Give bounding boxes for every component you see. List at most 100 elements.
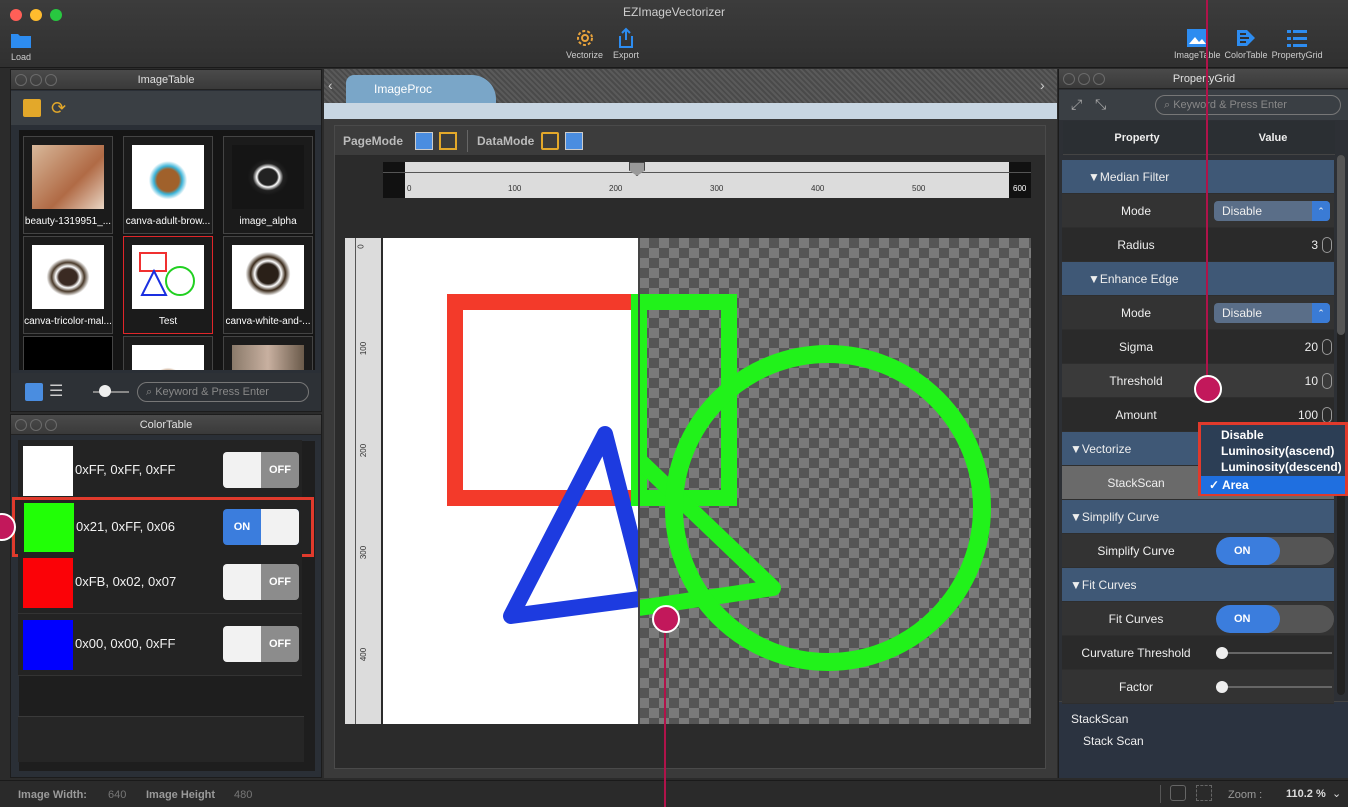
- mode-select[interactable]: Disable ⌃: [1214, 201, 1330, 221]
- thumbnail[interactable]: beauty-1319951_...: [23, 136, 113, 234]
- threshold-value[interactable]: 10: [1305, 374, 1318, 388]
- list-icon: [1286, 26, 1308, 50]
- panel-controls: [1063, 73, 1105, 85]
- colortable-title: ColorTable: [139, 419, 193, 431]
- width-label: Image Width:: [18, 789, 87, 801]
- radius-value[interactable]: 3: [1311, 238, 1318, 252]
- center-tools: Vectorize Export: [566, 26, 639, 60]
- dropdown-option-selected[interactable]: ✓ Area: [1201, 476, 1345, 494]
- sigma-value[interactable]: 20: [1305, 340, 1318, 354]
- prop-label: Curvature Threshold: [1081, 646, 1191, 660]
- chevron-down-icon[interactable]: ⌄: [1332, 787, 1341, 800]
- thumbnail[interactable]: image_alpha: [223, 136, 313, 234]
- zoom-label: Zoom :: [1228, 789, 1263, 801]
- image-canvas[interactable]: [383, 238, 1031, 724]
- property-search-placeholder: Keyword & Press Enter: [1173, 99, 1287, 111]
- section-simplify-curve[interactable]: ▼Simplify Curve: [1062, 500, 1334, 534]
- propertygrid-toggle[interactable]: PropertyGrid: [1272, 26, 1323, 60]
- add-image-icon[interactable]: [23, 99, 41, 117]
- expand-all-icon[interactable]: ⤢: [1071, 96, 1082, 113]
- fit-curves-toggle[interactable]: ON: [1216, 605, 1334, 633]
- slider-knob[interactable]: [1216, 647, 1228, 659]
- fit-window-icon[interactable]: [1170, 785, 1186, 801]
- thumbnail[interactable]: canva-tricolor-mal...: [23, 236, 113, 334]
- tab-scroll-left-icon[interactable]: ‹: [328, 77, 333, 93]
- toggle-knob: [223, 452, 261, 488]
- color-toggle[interactable]: OFF: [223, 626, 299, 662]
- image-search-input[interactable]: ⌕ Keyword & Press Enter: [137, 382, 309, 402]
- zoom-value[interactable]: 110.2 %: [1286, 788, 1326, 800]
- section-label: ▼Vectorize: [1070, 442, 1132, 456]
- section-enhance-edge[interactable]: ▼Enhance Edge: [1062, 262, 1334, 296]
- refresh-icon[interactable]: ⟳: [51, 99, 71, 119]
- zoom-slider-knob[interactable]: [99, 385, 111, 397]
- single-page-icon[interactable]: [415, 132, 433, 150]
- color-toggle[interactable]: ON: [223, 509, 299, 545]
- color-row[interactable]: 0xFF, 0xFF, 0xFF OFF: [18, 440, 302, 502]
- colortable-toggle[interactable]: ColorTable: [1225, 26, 1268, 60]
- stepper[interactable]: [1322, 373, 1332, 389]
- scrollbar-thumb[interactable]: [1337, 155, 1345, 335]
- help-title: StackScan: [1071, 712, 1129, 726]
- grid-view-icon[interactable]: [25, 383, 43, 401]
- dropdown-option[interactable]: Luminosity(ascend): [1221, 444, 1334, 458]
- propertygrid-header: PropertyGrid: [1059, 69, 1348, 89]
- factor-slider[interactable]: [1216, 686, 1332, 688]
- section-median-filter[interactable]: ▼Median Filter: [1062, 160, 1334, 194]
- section-fit-curves[interactable]: ▼Fit Curves: [1062, 568, 1334, 602]
- color-row-selected[interactable]: 0x21, 0xFF, 0x06 ON: [12, 497, 314, 557]
- prop-value-cell: ON: [1210, 534, 1334, 568]
- tab-imageproc[interactable]: ImageProc: [346, 75, 496, 103]
- slider-knob[interactable]: [1216, 681, 1228, 693]
- toggle-knob: [261, 509, 299, 545]
- thumbnail[interactable]: [23, 336, 113, 370]
- curvature-slider[interactable]: [1216, 652, 1332, 654]
- thumbnail[interactable]: [223, 336, 313, 370]
- load-button[interactable]: Load: [10, 28, 32, 62]
- simplify-toggle[interactable]: ON: [1216, 537, 1334, 565]
- color-row[interactable]: 0xFB, 0x02, 0x07 OFF: [18, 552, 302, 614]
- height-label: Image Height: [146, 789, 216, 801]
- stepper[interactable]: [1322, 339, 1332, 355]
- thumbnail[interactable]: canva-white-and-...: [223, 236, 313, 334]
- split-page-icon[interactable]: [439, 132, 457, 150]
- ruler-tick-label: 100: [508, 184, 522, 193]
- split-slider-handle[interactable]: [629, 162, 645, 176]
- thumbnail[interactable]: [123, 336, 213, 370]
- dropdown-option[interactable]: Disable: [1221, 428, 1264, 442]
- ruler-left-cap: [383, 162, 405, 198]
- thumbnail-selected[interactable]: Test: [123, 236, 213, 334]
- color-toggle[interactable]: OFF: [223, 564, 299, 600]
- prop-label: Mode: [1120, 204, 1152, 218]
- thumbnail-image: [232, 345, 304, 370]
- property-search-input[interactable]: ⌕ Keyword & Press Enter: [1155, 95, 1341, 115]
- vector-mode-icon[interactable]: [565, 132, 583, 150]
- thumbnail[interactable]: canva-adult-brow...: [123, 136, 213, 234]
- color-row[interactable]: 0x00, 0x00, 0xFF OFF: [18, 614, 302, 676]
- color-swatch: [24, 503, 74, 553]
- imagetable-toggle[interactable]: ImageTable: [1174, 26, 1221, 60]
- color-value: 0xFF, 0xFF, 0xFF: [75, 462, 176, 477]
- toolbar: EZImageVectorizer Load Vectorize Export: [0, 0, 1348, 68]
- color-toggle[interactable]: OFF: [223, 452, 299, 488]
- collapse-all-icon[interactable]: ⤡: [1095, 96, 1106, 113]
- search-icon: ⌕: [146, 386, 156, 398]
- vectorize-button[interactable]: Vectorize: [566, 26, 603, 60]
- color-swatch: [23, 446, 73, 496]
- tab-scroll-right-icon[interactable]: ›: [1040, 77, 1045, 93]
- list-view-icon[interactable]: ☰: [49, 381, 63, 401]
- color-swatch: [23, 558, 73, 608]
- actual-size-icon[interactable]: [1196, 785, 1212, 801]
- pagemode-label: PageMode: [343, 134, 404, 148]
- export-button[interactable]: Export: [613, 26, 639, 60]
- mode-select[interactable]: Disable ⌃: [1214, 303, 1330, 323]
- prop-label: Simplify Curve: [1097, 544, 1175, 558]
- stepper[interactable]: [1322, 407, 1332, 423]
- mode-divider: [467, 130, 468, 152]
- section-label: ▼Simplify Curve: [1070, 510, 1160, 524]
- raster-mode-icon[interactable]: [541, 132, 559, 150]
- stepper[interactable]: [1322, 237, 1332, 253]
- color-value: 0x00, 0x00, 0xFF: [75, 636, 176, 651]
- dropdown-option[interactable]: Luminosity(descend): [1221, 460, 1342, 474]
- amount-value[interactable]: 100: [1298, 408, 1318, 422]
